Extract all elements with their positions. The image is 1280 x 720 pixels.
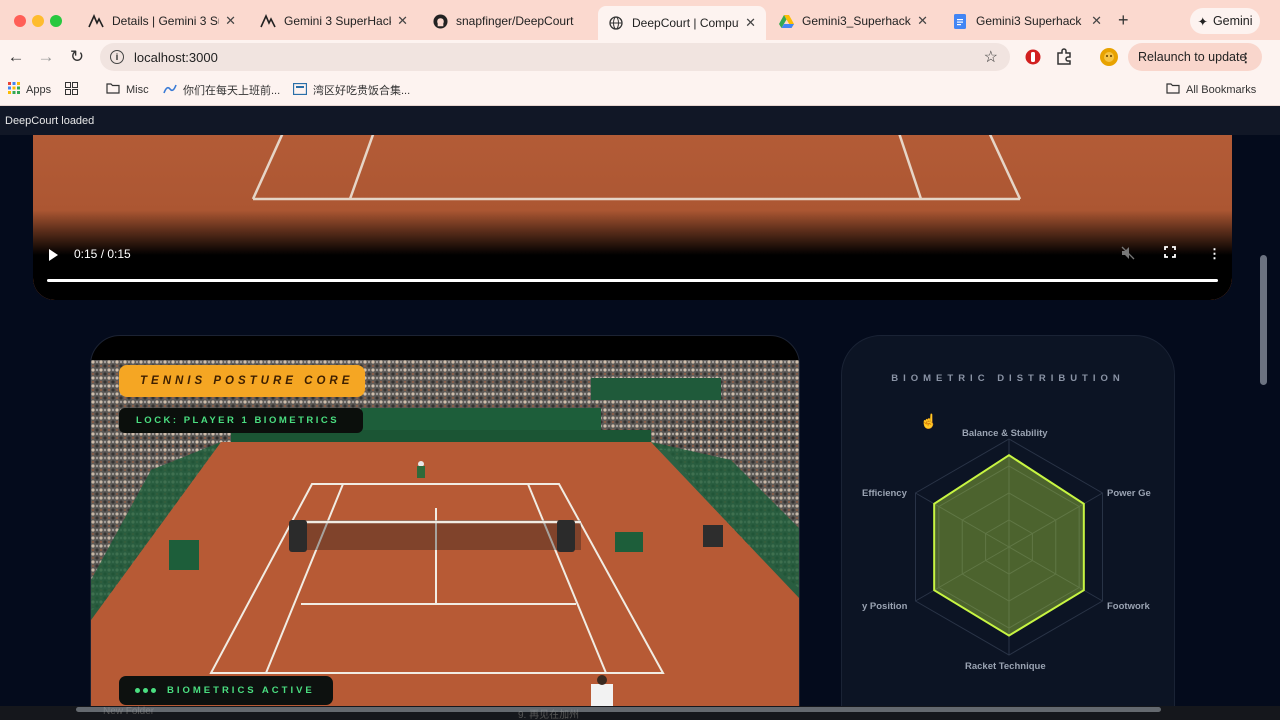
tab-docs[interactable]: Gemini3 Superhack 20 ✕ — [942, 6, 1112, 36]
posture-title-badge: TENNIS POSTURE CORE — [119, 365, 365, 397]
posture-card: TENNIS POSTURE CORE LOCK: PLAYER 1 BIOME… — [90, 335, 800, 720]
google-docs-icon — [952, 13, 968, 29]
tab-drive[interactable]: Gemini3_Superhack20 ✕ — [768, 6, 938, 36]
relaunch-button[interactable]: Relaunch to update ⋮ — [1128, 43, 1262, 71]
close-window-button[interactable] — [14, 15, 26, 27]
close-tab-icon[interactable]: ✕ — [225, 13, 236, 29]
close-tab-icon[interactable]: ✕ — [1091, 13, 1102, 29]
lock-badge: LOCK: PLAYER 1 BIOMETRICS — [119, 408, 363, 433]
gemini-button[interactable]: ✦ Gemini — [1190, 8, 1260, 34]
horizontal-scrollbar[interactable] — [76, 707, 1161, 712]
folder-icon — [1166, 82, 1180, 97]
video-time: 0:15 / 0:15 — [74, 247, 131, 261]
tab-title: Details | Gemini 3 Supe — [112, 14, 219, 28]
bookmark-label: Misc — [126, 83, 149, 96]
status-text: DeepCourt loaded — [5, 115, 95, 127]
extensions-puzzle-icon[interactable] — [1055, 48, 1073, 66]
extension-red-icon[interactable] — [1024, 48, 1042, 66]
tab-devpost-details[interactable]: Details | Gemini 3 Supe ✕ — [78, 6, 246, 36]
video-progress-bar[interactable] — [47, 279, 1218, 282]
minimize-window-button[interactable] — [32, 15, 44, 27]
site-info-icon[interactable]: i — [110, 50, 124, 64]
tab-superhack[interactable]: Gemini 3 SuperHack ✕ — [250, 6, 418, 36]
relaunch-label: Relaunch to update — [1138, 50, 1247, 64]
more-options-icon[interactable]: ⋮ — [1208, 246, 1221, 262]
bookmark-label: 湾区好吃贵饭合集... — [313, 85, 411, 97]
profile-avatar-icon[interactable] — [1100, 48, 1118, 66]
back-button[interactable]: ← — [6, 47, 26, 67]
bookmark-star-icon[interactable]: ☆ — [984, 47, 998, 67]
devpost-icon — [88, 13, 104, 29]
new-tab-button[interactable]: + — [1118, 10, 1129, 31]
radar-card: BIOMETRIC DISTRIBUTION Balance & Stabili… — [841, 335, 1175, 720]
posture-video-frame[interactable]: TENNIS POSTURE CORE LOCK: PLAYER 1 BIOME… — [91, 360, 799, 719]
tab-github[interactable]: snapfinger/DeepCourt — [422, 6, 596, 36]
site-favicon-icon — [163, 83, 177, 98]
play-icon[interactable] — [49, 249, 58, 261]
status-dots-icon — [135, 688, 156, 693]
radar-axis-label: Balance & Stability — [962, 428, 1048, 439]
radar-axis-label: Footwork — [1107, 601, 1150, 612]
url-text: localhost:3000 — [134, 49, 218, 65]
radar-axis-label: Efficiency — [862, 488, 907, 499]
maximize-window-button[interactable] — [50, 15, 62, 27]
radar-axis-label: Power Ge — [1107, 488, 1151, 499]
forward-button[interactable]: → — [36, 47, 56, 67]
bookmark-label: 你们在每天上班前... — [183, 85, 281, 97]
close-tab-icon[interactable]: ✕ — [745, 15, 756, 31]
address-bar[interactable]: i localhost:3000 ☆ — [100, 43, 1010, 71]
tab-title: snapfinger/DeepCourt — [456, 14, 574, 28]
bookmark-article-2[interactable]: 湾区好吃贵饭合集... — [292, 82, 411, 98]
bookmark-misc[interactable]: Misc — [106, 82, 149, 97]
tab-title: Gemini3 Superhack 20 — [976, 14, 1085, 28]
globe-icon — [608, 15, 624, 31]
radar-axis-label: Racket Technique — [965, 661, 1046, 672]
tab-title: Gemini3_Superhack20 — [802, 14, 911, 28]
tab-strip: Details | Gemini 3 Supe ✕ Gemini 3 Super… — [0, 0, 1280, 40]
browser-toolbar: ← → ↻ i localhost:3000 ☆ Relaunch to upd… — [0, 40, 1280, 74]
tab-title: DeepCourt | Computati — [632, 16, 739, 30]
google-drive-icon — [778, 13, 794, 29]
all-bookmarks-button[interactable]: All Bookmarks — [1166, 82, 1256, 97]
github-icon — [432, 13, 448, 29]
page-scrollbar-thumb[interactable] — [1260, 255, 1267, 385]
folder-icon — [106, 82, 120, 97]
hand-cursor-icon: ☝ — [920, 413, 938, 429]
grid-icon — [65, 82, 78, 98]
site-favicon-icon — [292, 82, 308, 98]
reload-button[interactable]: ↻ — [67, 47, 87, 67]
page-viewport: 0:15 / 0:15 ⋮ TENNIS POSTURE CORE LOCK: … — [0, 135, 1280, 720]
bookmarks-bar: Apps Misc 你们在每天上班前... 湾区好吃贵饭合集... All Bo… — [0, 74, 1280, 106]
court-video-player[interactable]: 0:15 / 0:15 ⋮ — [33, 135, 1232, 300]
app-status-bar: DeepCourt loaded — [0, 106, 1280, 135]
all-bookmarks-label: All Bookmarks — [1186, 83, 1257, 96]
radar-axis-label: y Position — [862, 601, 908, 612]
tab-deepcourt[interactable]: DeepCourt | Computati ✕ — [598, 6, 766, 40]
tab-groups-button[interactable] — [65, 82, 78, 98]
posture-title: TENNIS POSTURE CORE — [140, 375, 354, 387]
menu-dots-icon: ⋮ — [1239, 50, 1253, 65]
biometrics-status-label: BIOMETRICS ACTIVE — [167, 685, 315, 696]
video-controls-overlay — [33, 210, 1232, 300]
lock-label: LOCK: PLAYER 1 BIOMETRICS — [136, 415, 340, 426]
gemini-label: Gemini — [1212, 14, 1253, 28]
radar-value-area — [933, 454, 1085, 637]
bookmark-article-1[interactable]: 你们在每天上班前... — [163, 82, 280, 98]
devpost-icon — [260, 13, 276, 29]
apps-grid-icon — [8, 82, 20, 97]
bookmark-apps[interactable]: Apps — [8, 82, 51, 97]
bookmark-label: Apps — [26, 83, 52, 96]
gemini-sparkle-icon: ✦ — [1197, 14, 1208, 29]
close-tab-icon[interactable]: ✕ — [397, 13, 408, 29]
biometrics-status-badge: BIOMETRICS ACTIVE — [119, 676, 333, 705]
tab-title: Gemini 3 SuperHack — [284, 14, 392, 28]
close-tab-icon[interactable]: ✕ — [917, 13, 928, 29]
